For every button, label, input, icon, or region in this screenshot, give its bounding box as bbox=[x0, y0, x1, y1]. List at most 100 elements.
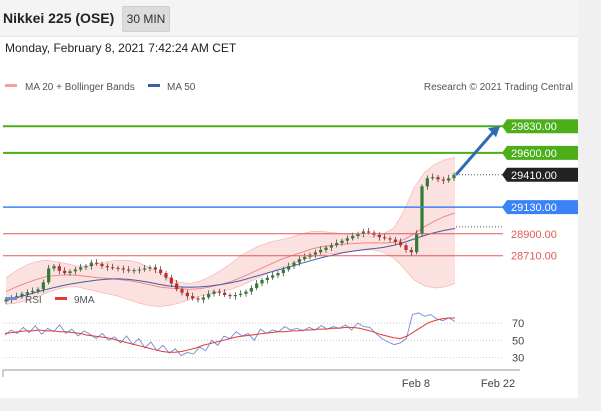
rsi-line bbox=[4, 312, 456, 357]
candle-body bbox=[399, 241, 403, 246]
candle-body bbox=[393, 239, 397, 242]
candle-body bbox=[297, 259, 301, 263]
x-tick-label: Feb 8 bbox=[402, 378, 430, 390]
candle-body bbox=[84, 266, 88, 268]
bollinger-band-area bbox=[6, 157, 455, 307]
candle-body bbox=[436, 177, 440, 180]
candle-body bbox=[303, 256, 307, 260]
candle-body bbox=[239, 293, 243, 296]
candle-body bbox=[132, 270, 136, 272]
candle-body bbox=[260, 280, 264, 284]
candle-body bbox=[164, 273, 168, 278]
candle-body bbox=[292, 262, 296, 267]
copyright-label: Research © 2021 Trading Central bbox=[424, 82, 573, 93]
candle-body bbox=[191, 296, 195, 299]
price-candle bbox=[420, 184, 424, 237]
candle-body bbox=[127, 269, 131, 271]
candle-body bbox=[409, 249, 413, 253]
candle-body bbox=[111, 267, 115, 269]
chart-card: Nikkei 225 (OSE) 30 MIN Monday, February… bbox=[0, 0, 578, 398]
candle-body bbox=[324, 247, 328, 250]
candle-body bbox=[329, 245, 333, 248]
candle-body bbox=[148, 267, 152, 269]
price-candle bbox=[249, 285, 253, 296]
rsi-legend-label: RSI bbox=[25, 295, 42, 306]
candle-body bbox=[89, 262, 93, 267]
candle-body bbox=[116, 267, 120, 269]
candle-body bbox=[68, 271, 72, 274]
price-candle bbox=[233, 292, 237, 300]
candle-body bbox=[217, 291, 221, 293]
candle-body bbox=[36, 289, 40, 291]
level-label: 29830.00 bbox=[511, 121, 557, 133]
candle-body bbox=[319, 249, 323, 253]
candle-body bbox=[425, 178, 429, 187]
candle-body bbox=[223, 292, 227, 296]
price-candle bbox=[255, 280, 259, 291]
ma50-legend-label: MA 50 bbox=[167, 82, 196, 93]
candle-body bbox=[121, 268, 125, 270]
candle-body bbox=[377, 234, 381, 238]
candle-body bbox=[196, 298, 200, 300]
rsi-panel: 70 50 30 bbox=[3, 312, 524, 364]
candle-body bbox=[159, 269, 163, 274]
candle-body bbox=[137, 269, 141, 271]
price-candle bbox=[260, 277, 264, 287]
candle-body bbox=[175, 283, 179, 290]
candle-body bbox=[100, 263, 104, 267]
price-candle bbox=[239, 290, 243, 298]
ma9-legend-label: 9MA bbox=[74, 295, 95, 306]
candle-body bbox=[95, 262, 99, 264]
candle-body bbox=[41, 282, 45, 290]
x-tick-label: Feb 22 bbox=[481, 378, 515, 390]
candle-body bbox=[431, 177, 435, 179]
candle-body bbox=[287, 266, 291, 270]
candle-body bbox=[244, 291, 248, 294]
candle-body bbox=[52, 266, 56, 269]
candle-body bbox=[20, 293, 24, 297]
candle-body bbox=[415, 233, 419, 253]
candle-body bbox=[212, 291, 216, 294]
candle-body bbox=[447, 178, 451, 181]
rsi-legend-swatch bbox=[5, 297, 17, 300]
candle-body bbox=[105, 266, 109, 268]
candle-body bbox=[79, 267, 83, 270]
candle-body bbox=[25, 292, 29, 294]
candle-body bbox=[57, 266, 61, 271]
candle-body bbox=[420, 186, 424, 234]
candle-body bbox=[73, 269, 77, 272]
candle-body bbox=[404, 245, 408, 250]
candle-body bbox=[143, 268, 147, 270]
price-panel: 29830.00 29600.00 29410.00 29130.00 28900.00… bbox=[3, 119, 578, 307]
candle-body bbox=[265, 277, 269, 280]
candle-body bbox=[185, 292, 189, 297]
rsi-tick-label: 70 bbox=[512, 318, 524, 330]
price-candle bbox=[228, 292, 232, 299]
candle-body bbox=[255, 283, 259, 289]
candle-body bbox=[340, 240, 344, 243]
ma50-legend-swatch bbox=[148, 84, 160, 87]
candle-body bbox=[345, 238, 349, 241]
candle-body bbox=[388, 238, 392, 240]
price-candle bbox=[265, 274, 269, 284]
level-label: 29600.00 bbox=[511, 148, 557, 160]
candle-body bbox=[281, 269, 285, 274]
candle-body bbox=[367, 231, 371, 233]
chart-canvas: MA 20 + Bollinger Bands MA 50 Research ©… bbox=[2, 82, 578, 390]
level-label: 28900.00 bbox=[511, 229, 557, 241]
candle-body bbox=[47, 268, 51, 283]
ma20-legend-label: MA 20 + Bollinger Bands bbox=[25, 82, 135, 93]
candle-body bbox=[228, 295, 232, 297]
candle-body bbox=[313, 252, 317, 255]
level-label: 28710.00 bbox=[511, 251, 557, 263]
candle-body bbox=[351, 236, 355, 239]
candle-body bbox=[249, 288, 253, 292]
candle-body bbox=[441, 179, 445, 181]
candle-body bbox=[153, 267, 157, 270]
candle-body bbox=[63, 270, 67, 274]
rsi-tick-label: 50 bbox=[512, 335, 524, 347]
candle-body bbox=[383, 237, 387, 239]
candle-body bbox=[452, 174, 456, 179]
level-label: 29130.00 bbox=[511, 202, 557, 214]
ma9-legend-swatch bbox=[55, 297, 67, 300]
